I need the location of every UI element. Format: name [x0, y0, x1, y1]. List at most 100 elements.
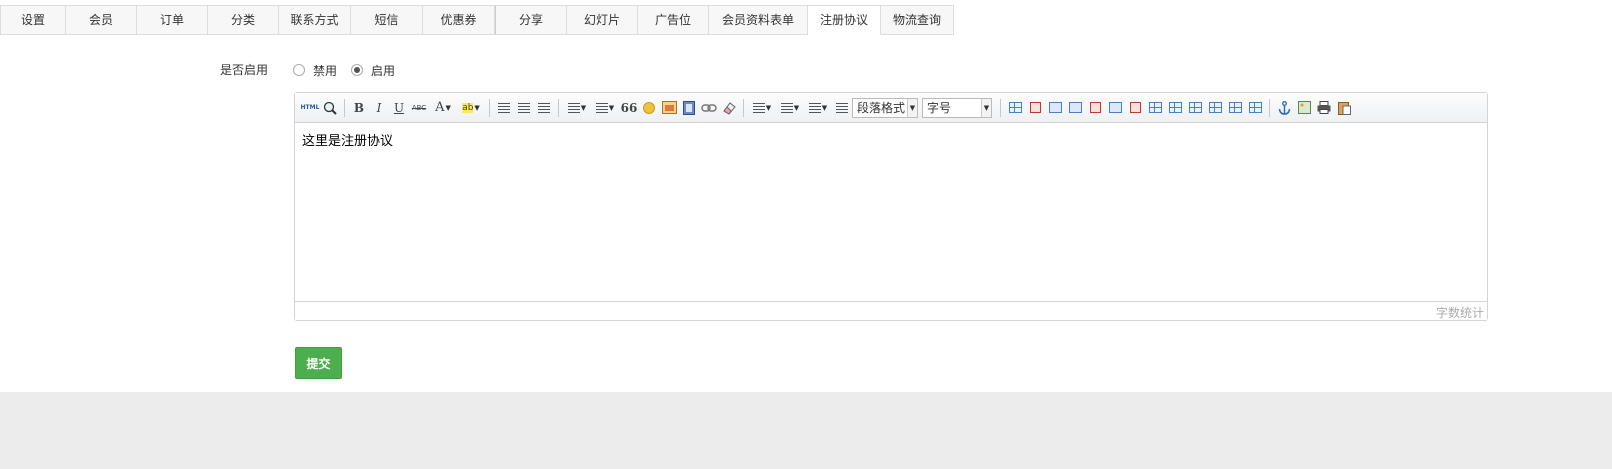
- radio-disabled[interactable]: 禁用: [293, 62, 337, 79]
- line-spacing-button[interactable]: ▼: [804, 98, 832, 118]
- tab-contact[interactable]: 联系方式: [279, 5, 351, 35]
- paragraph-spacing-icon: [780, 102, 793, 113]
- chevron-down-icon: ▼: [793, 103, 800, 112]
- tab-bar: 设置 会员 订单 分类 联系方式 短信 优惠券 分享 幻灯片 广告位 会员资料表…: [0, 5, 954, 35]
- delete-row-icon: [1089, 102, 1101, 113]
- delete-column-button[interactable]: [1125, 98, 1145, 118]
- line-height-button[interactable]: ▼: [748, 98, 776, 118]
- tab-categories[interactable]: 分类: [208, 5, 279, 35]
- tab-ad-slots[interactable]: 广告位: [638, 5, 709, 35]
- tab-settings[interactable]: 设置: [0, 5, 66, 35]
- chevron-down-icon: ▼: [765, 103, 772, 112]
- eraser-icon: [723, 101, 736, 115]
- merge-right-button[interactable]: [1165, 98, 1185, 118]
- html-source-button[interactable]: HTML: [300, 98, 320, 118]
- tab-coupons[interactable]: 优惠券: [423, 5, 495, 35]
- insert-video-button[interactable]: [679, 98, 699, 118]
- insert-column-icon: [1108, 102, 1122, 113]
- submit-button[interactable]: 提交: [295, 347, 342, 379]
- toolbar-separator: [558, 98, 559, 117]
- split-rows-button[interactable]: [1225, 98, 1245, 118]
- delete-row-button[interactable]: [1085, 98, 1105, 118]
- merge-right-icon: [1168, 102, 1182, 113]
- delete-table-icon: [1029, 102, 1041, 113]
- merge-cells-icon: [1148, 102, 1162, 113]
- insert-image-button[interactable]: [659, 98, 679, 118]
- italic-label: I: [376, 100, 382, 115]
- table-icon: [1008, 102, 1022, 113]
- align-right-button[interactable]: [534, 98, 554, 118]
- font-color-button[interactable]: A ▼: [429, 98, 457, 118]
- tab-slideshow[interactable]: 幻灯片: [567, 5, 638, 35]
- toolbar-separator: [489, 98, 490, 117]
- underline-label: U: [393, 100, 405, 115]
- smiley-icon: [643, 101, 655, 114]
- merge-down-icon: [1188, 102, 1202, 113]
- paragraph-spacing-button[interactable]: ▼: [776, 98, 804, 118]
- radio-disabled-label: 禁用: [313, 63, 338, 78]
- font-size-select[interactable]: 字号 ▼: [922, 97, 992, 118]
- chevron-down-icon: ▼: [445, 103, 451, 112]
- indent-button[interactable]: [832, 98, 852, 118]
- radio-enabled[interactable]: 启用: [351, 62, 395, 79]
- tab-members[interactable]: 会员: [66, 5, 137, 35]
- toolbar-separator: [743, 98, 744, 117]
- toolbar-separator: [1269, 98, 1270, 117]
- merge-cells-button[interactable]: [1145, 98, 1165, 118]
- tab-sms[interactable]: 短信: [351, 5, 423, 35]
- insert-picture-button[interactable]: [1294, 98, 1314, 118]
- blockquote-label: 66: [620, 100, 638, 115]
- insert-row-button[interactable]: [1065, 98, 1085, 118]
- insert-column-button[interactable]: [1105, 98, 1125, 118]
- bold-button[interactable]: B: [349, 98, 369, 118]
- editor-content-area[interactable]: 这里是注册协议: [295, 124, 1487, 301]
- split-rows-icon: [1228, 102, 1242, 113]
- toolbar-separator: [344, 98, 345, 117]
- split-columns-button[interactable]: [1245, 98, 1265, 118]
- editor-toolbar: HTML B I U ABC A ▼ ab ▼ ▼ ▼ 66 ▼ ▼ ▼ 段落格…: [295, 93, 1487, 123]
- anchor-icon: [1278, 100, 1290, 115]
- rich-text-editor: HTML B I U ABC A ▼ ab ▼ ▼ ▼ 66 ▼ ▼ ▼ 段落格…: [294, 92, 1488, 321]
- underline-button[interactable]: U: [389, 98, 409, 118]
- indent-icon: [836, 102, 848, 113]
- blockquote-button[interactable]: 66: [619, 98, 639, 118]
- editor-status-bar: 字数统计: [295, 301, 1487, 320]
- clear-format-button[interactable]: [719, 98, 739, 118]
- tab-share[interactable]: 分享: [495, 5, 567, 35]
- paste-button[interactable]: [1334, 98, 1354, 118]
- strikethrough-button[interactable]: ABC: [409, 98, 429, 118]
- align-center-button[interactable]: [514, 98, 534, 118]
- tab-logistics-query[interactable]: 物流查询: [881, 5, 954, 35]
- align-left-button[interactable]: [494, 98, 514, 118]
- delete-table-button[interactable]: [1025, 98, 1045, 118]
- tab-registration-agreement[interactable]: 注册协议: [808, 5, 881, 35]
- radio-disabled-circle[interactable]: [293, 64, 305, 76]
- printer-icon: [1317, 101, 1331, 114]
- align-right-icon: [538, 102, 550, 113]
- preview-button[interactable]: [320, 98, 340, 118]
- highlight-color-button[interactable]: ab ▼: [457, 98, 485, 118]
- radio-enabled-circle[interactable]: [351, 64, 364, 76]
- editor-content-text: 这里是注册协议: [302, 134, 394, 149]
- table-properties-button[interactable]: [1045, 98, 1065, 118]
- merge-down-button[interactable]: [1185, 98, 1205, 118]
- strikethrough-label: ABC: [411, 103, 427, 112]
- highlight-color-label: ab: [462, 102, 474, 113]
- paragraph-format-select[interactable]: 段落格式 ▼: [852, 97, 918, 118]
- toolbar-separator: [1000, 98, 1001, 117]
- tab-orders[interactable]: 订单: [137, 5, 208, 35]
- emoticon-button[interactable]: [639, 98, 659, 118]
- chevron-down-icon: ▼: [821, 103, 828, 112]
- align-center-icon: [518, 102, 530, 113]
- unordered-list-button[interactable]: ▼: [591, 98, 619, 118]
- italic-button[interactable]: I: [369, 98, 389, 118]
- tab-member-profile-form[interactable]: 会员资料表单: [709, 5, 808, 35]
- ordered-list-button[interactable]: ▼: [563, 98, 591, 118]
- insert-table-button[interactable]: [1005, 98, 1025, 118]
- unordered-list-icon: [595, 102, 608, 113]
- split-columns-icon: [1248, 102, 1262, 113]
- insert-link-button[interactable]: [699, 98, 719, 118]
- print-button[interactable]: [1314, 98, 1334, 118]
- anchor-button[interactable]: [1274, 98, 1294, 118]
- split-cells-button[interactable]: [1205, 98, 1225, 118]
